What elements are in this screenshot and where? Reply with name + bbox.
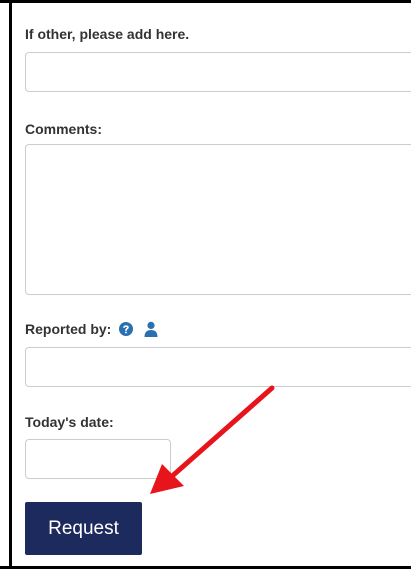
window-border-top xyxy=(0,0,411,3)
reported-by-input[interactable] xyxy=(25,347,411,387)
user-icon[interactable] xyxy=(143,321,159,337)
comments-label: Comments: xyxy=(25,121,103,137)
window-border-left xyxy=(9,0,12,569)
date-input[interactable] xyxy=(25,439,171,479)
other-input[interactable] xyxy=(25,52,411,92)
comments-textarea[interactable] xyxy=(25,144,411,295)
reported-by-label: Reported by: xyxy=(25,321,112,337)
form-page: If other, please add here. Comments: Rep… xyxy=(0,0,411,569)
question-circle-icon[interactable] xyxy=(119,322,134,336)
date-label: Today's date: xyxy=(25,414,114,430)
request-button[interactable]: Request xyxy=(25,502,142,555)
reported-by-label-row: Reported by: xyxy=(25,321,159,337)
other-label: If other, please add here. xyxy=(25,26,190,42)
